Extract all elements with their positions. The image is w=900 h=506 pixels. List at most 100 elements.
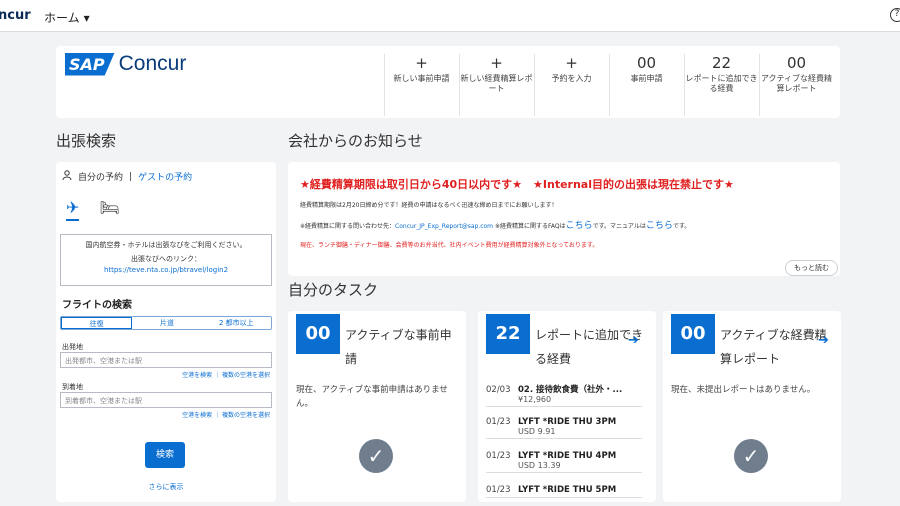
qa-label: 新しい事前申請 bbox=[393, 74, 450, 83]
expense-name: 02. 接待飲食費（社外・... bbox=[518, 385, 623, 395]
check-icon: ✓ bbox=[359, 439, 393, 473]
qa-label: レポートに追加できる経費 bbox=[685, 74, 758, 93]
tasks-title: 自分のタスク bbox=[288, 281, 379, 299]
user-icon bbox=[62, 170, 72, 183]
header-card: SAP Concur + 新しい事前申請 + 新しい経費精算レポート + 予約を… bbox=[56, 46, 840, 118]
qa-label: 予約を入力 bbox=[551, 74, 592, 83]
task-count-badge: 00 bbox=[671, 314, 715, 354]
expense-amount: ¥12,960 bbox=[518, 395, 552, 404]
expense-date: 01/23 bbox=[486, 485, 511, 495]
task-card-reports[interactable]: 00 アクティブな経費精算レポート ➔ 現在、未提出レポートはありません。 ✓ bbox=[663, 311, 841, 502]
chevron-down-icon: ▾ bbox=[83, 10, 90, 25]
to-label: 到着地 bbox=[62, 383, 83, 391]
logo-concur: Concur bbox=[118, 52, 187, 75]
qa-count: 22 bbox=[711, 54, 732, 72]
qa-label: 事前申請 bbox=[630, 74, 663, 83]
news-line2: ※経費精算に関する問い合わせ先：Concur_JP_Exp_Report@sap… bbox=[300, 218, 690, 231]
tab-my-booking[interactable]: 自分の予約 bbox=[78, 170, 123, 183]
task-title: アクティブな経費精算レポート bbox=[720, 328, 827, 366]
expense-amount: USD 9.91 bbox=[518, 427, 556, 436]
task-count-badge: 22 bbox=[486, 314, 530, 354]
qa-new-request[interactable]: + 新しい事前申請 bbox=[384, 54, 458, 116]
top-bar: ncur ホーム ▾ ? bbox=[0, 0, 900, 32]
qa-active-reports[interactable]: 00 アクティブな経費精算レポート bbox=[759, 54, 833, 116]
notice-link[interactable]: https://teve.nta.co.jp/btravel/login2 bbox=[61, 265, 271, 276]
tab-guest-booking[interactable]: ゲストの予約 bbox=[138, 170, 192, 183]
expense-date: 02/03 bbox=[486, 385, 511, 395]
show-more-link[interactable]: さらに表示 bbox=[56, 482, 276, 492]
to-input[interactable]: 到着都市、空港または駅 bbox=[60, 392, 272, 408]
hotel-icon[interactable]: 🛏 bbox=[99, 198, 119, 221]
to-field-links[interactable]: 空港を検索 ｜ 複数の空港を選択 bbox=[182, 410, 270, 419]
task-empty-message: 現在、アクティブな事前申請はありません。 bbox=[296, 385, 448, 409]
news-line2-a: ※経費精算に関する問い合わせ先： bbox=[300, 223, 396, 230]
qa-enter-booking[interactable]: + 予約を入力 bbox=[534, 54, 608, 116]
notice-line2: 出張なびへのリンク： bbox=[131, 255, 201, 263]
travel-notice: 国内航空券・ホテルは出張なびをご利用ください。 出張なびへのリンク： https… bbox=[60, 234, 272, 286]
trip-search-title: 出張検索 bbox=[56, 132, 117, 150]
expense-row[interactable]: 01/23 LYFT *RIDE THU 4PM USD 13.39 bbox=[486, 449, 642, 473]
expense-name: LYFT *RIDE THU 5PM bbox=[518, 485, 617, 495]
news-line2-d: です。 bbox=[672, 223, 691, 230]
from-label: 出発地 bbox=[62, 343, 83, 351]
expense-row[interactable]: 01/23 LYFT *RIDE THU 5PM bbox=[486, 483, 642, 498]
news-line3: 現在、ランチ御膳・ディナー御膳、会費等のお弁当代、社内イベント費用が経費精算対象… bbox=[300, 240, 598, 249]
qa-requests-count[interactable]: 00 事前申請 bbox=[609, 54, 683, 116]
tab-divider: | bbox=[129, 171, 133, 182]
read-more-button[interactable]: もっと読む bbox=[785, 260, 838, 276]
logo-sap: SAP bbox=[65, 52, 115, 76]
expense-name: LYFT *RIDE THU 4PM bbox=[518, 451, 617, 461]
search-button[interactable]: 検索 bbox=[145, 442, 185, 468]
sap-concur-logo[interactable]: SAP Concur bbox=[65, 52, 186, 76]
expense-row[interactable]: 02/03 02. 接待飲食費（社外・... ¥12,960 bbox=[486, 381, 642, 407]
qa-plus-icon: + bbox=[415, 54, 428, 72]
help-icon[interactable]: ? bbox=[890, 8, 900, 22]
qa-count: 00 bbox=[786, 54, 807, 72]
news-line3-text: 現在、ランチ御膳・ディナー御膳、会費等のお弁当代、社内イベント費用が経費精算対象… bbox=[300, 242, 599, 249]
expense-date: 01/23 bbox=[486, 451, 511, 461]
arrow-right-icon[interactable]: ➔ bbox=[628, 333, 639, 348]
trip-type-oneway[interactable]: 片道 bbox=[132, 317, 201, 329]
trip-search-card: 自分の予約 | ゲストの予約 ✈ 🛏 国内航空券・ホテルは出張なびをご利用くださ… bbox=[56, 162, 276, 502]
check-icon: ✓ bbox=[734, 439, 768, 473]
qa-label: 新しい経費精算レポート bbox=[460, 74, 533, 93]
booking-tabs: 自分の予約 | ゲストの予約 bbox=[62, 170, 192, 183]
qa-available-expenses[interactable]: 22 レポートに追加できる経費 bbox=[684, 54, 758, 116]
task-card-requests[interactable]: 00 アクティブな事前申請 現在、アクティブな事前申請はありません。 ✓ bbox=[288, 311, 466, 502]
brand-text[interactable]: ncur bbox=[0, 8, 31, 23]
home-menu[interactable]: ホーム ▾ bbox=[44, 9, 90, 26]
qa-new-report[interactable]: + 新しい経費精算レポート bbox=[459, 54, 533, 116]
news-email-link[interactable]: Concur_JP_Exp_Report@sap.com bbox=[395, 223, 493, 230]
trip-type-roundtrip[interactable]: 往復 bbox=[61, 317, 133, 329]
qa-plus-icon: + bbox=[490, 54, 503, 72]
expense-name: LYFT *RIDE THU 3PM bbox=[518, 417, 617, 427]
home-label: ホーム bbox=[44, 11, 80, 25]
news-title: 会社からのお知らせ bbox=[288, 132, 423, 150]
travel-mode-tabs: ✈ 🛏 bbox=[66, 198, 120, 221]
news-line1: 経費精算期限は2月20日締め分です！経費の申請はなるべく迅速な締め日までにお願い… bbox=[300, 202, 558, 209]
expense-amount: USD 13.39 bbox=[518, 461, 561, 470]
expense-date: 01/23 bbox=[486, 417, 511, 427]
news-line2-c: です。マニュアルは bbox=[592, 223, 646, 230]
news-headline: ★経費精算期限は取引日から40日以内です★ ★Internal目的の出張は現在禁… bbox=[300, 178, 734, 191]
task-count-badge: 00 bbox=[296, 314, 340, 354]
task-title: アクティブな事前申請 bbox=[345, 328, 452, 366]
qa-label: アクティブな経費精算レポート bbox=[760, 74, 833, 93]
task-card-expenses[interactable]: 22 レポートに追加できる経費 ➔ 02/03 02. 接待飲食費（社外・... … bbox=[478, 311, 656, 502]
from-input[interactable]: 出発都市、空港または駅 bbox=[60, 352, 272, 368]
flight-search-title: フライトの検索 bbox=[62, 300, 132, 311]
arrow-right-icon[interactable]: ➔ bbox=[818, 333, 829, 348]
news-line2-b: ※経費精算に関するFAQは bbox=[493, 223, 566, 230]
qa-count: 00 bbox=[636, 54, 657, 72]
from-field-links[interactable]: 空港を検索 ｜ 複数の空港を選択 bbox=[182, 370, 270, 379]
news-card: ★経費精算期限は取引日から40日以内です★ ★Internal目的の出張は現在禁… bbox=[288, 162, 840, 276]
expense-row[interactable]: 01/23 LYFT *RIDE THU 3PM USD 9.91 bbox=[486, 415, 642, 439]
manual-link[interactable]: こちら bbox=[646, 221, 673, 231]
trip-type-selector: 往復 片道 2 都市以上 bbox=[60, 316, 272, 330]
qa-plus-icon: + bbox=[565, 54, 578, 72]
plane-icon[interactable]: ✈ bbox=[66, 198, 80, 221]
task-empty-message: 現在、未提出レポートはありません。 bbox=[671, 385, 816, 395]
notice-line1: 国内航空券・ホテルは出張なびをご利用ください。 bbox=[85, 241, 247, 249]
faq-link[interactable]: こちら bbox=[566, 221, 593, 231]
trip-type-multicity[interactable]: 2 都市以上 bbox=[202, 317, 271, 329]
